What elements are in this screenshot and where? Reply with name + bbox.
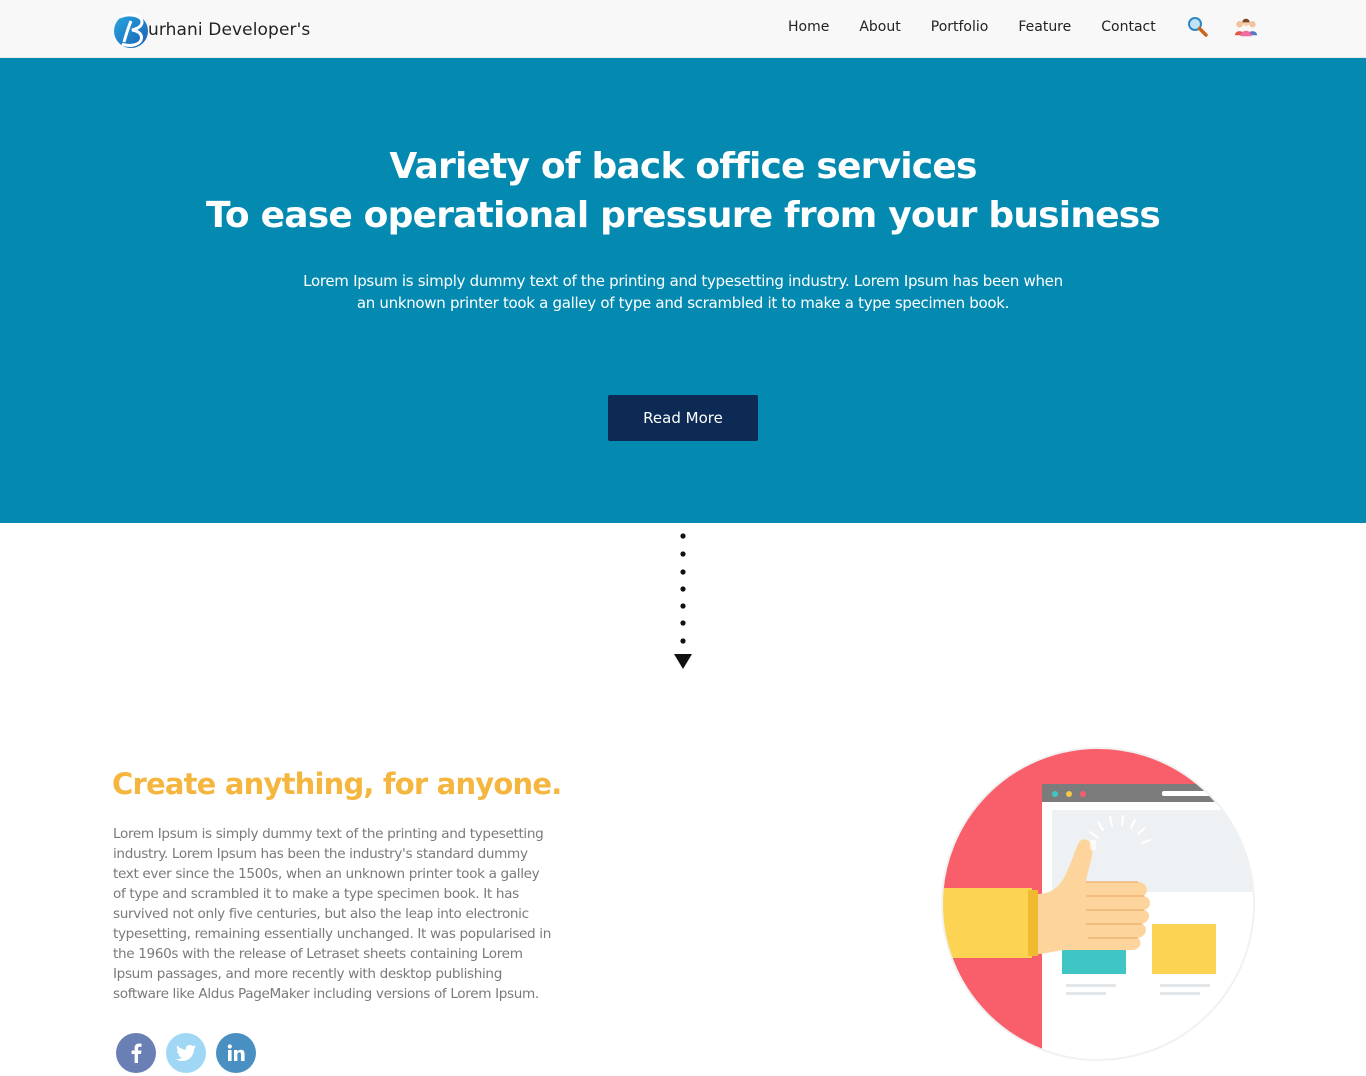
thumbs-up-illustration: [938, 744, 1258, 1064]
brand-logo-icon: [112, 11, 150, 49]
read-more-button[interactable]: Read More: [608, 395, 758, 441]
scroll-down-arrow-icon[interactable]: [673, 530, 693, 672]
main-nav: Home About Portfolio Feature Contact: [788, 16, 1282, 38]
twitter-icon[interactable]: [166, 1033, 206, 1073]
social-links: [116, 1033, 266, 1073]
nav-contact[interactable]: Contact: [1101, 19, 1155, 35]
feature-description: Lorem Ipsum is simply dummy text of the …: [113, 826, 552, 1002]
hero-title-line1: Variety of back office services: [389, 146, 977, 187]
facebook-icon[interactable]: [116, 1033, 156, 1073]
hero-description: Lorem Ipsum is simply dummy text of the …: [303, 272, 1063, 312]
hero-title-line2: To ease operational pressure from your b…: [205, 195, 1161, 236]
hero-section: Variety of back office services To ease …: [0, 58, 1366, 523]
search-icon[interactable]: [1186, 16, 1210, 38]
feature-title: Create anything, for anyone.: [112, 767, 562, 801]
brand-logo-link[interactable]: urhani Developer's: [112, 11, 310, 49]
users-icon[interactable]: [1234, 16, 1258, 38]
nav-about[interactable]: About: [859, 19, 900, 35]
nav-feature[interactable]: Feature: [1018, 19, 1071, 35]
nav-portfolio[interactable]: Portfolio: [931, 19, 989, 35]
navbar: urhani Developer's Home About Portfolio …: [0, 0, 1366, 58]
brand-name: urhani Developer's: [148, 20, 311, 40]
linkedin-icon[interactable]: [216, 1033, 256, 1073]
nav-home[interactable]: Home: [788, 19, 829, 35]
